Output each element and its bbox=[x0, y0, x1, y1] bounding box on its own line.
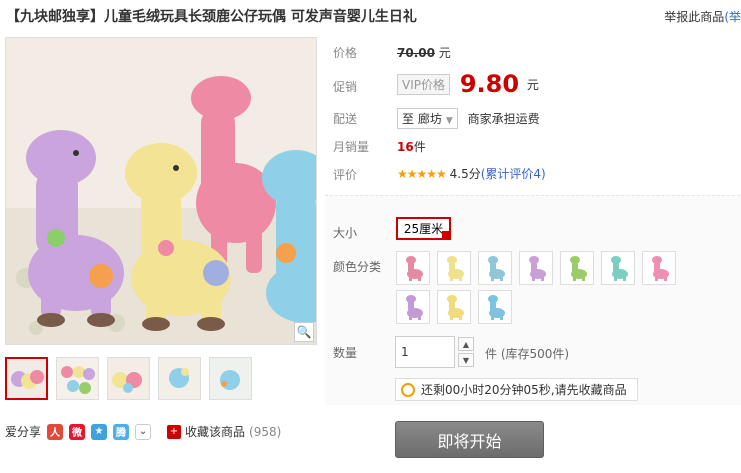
favorite-count: (958) bbox=[249, 424, 282, 439]
share-bar: 爱分享 人 微 ★ 腾 ⌄ bbox=[5, 423, 152, 440]
original-price: 70.00 元 bbox=[397, 44, 451, 61]
vip-badge: VIP价格 bbox=[397, 73, 450, 95]
promo-price-value: 9.80 bbox=[459, 70, 520, 98]
color-label: 颜色分类 bbox=[333, 260, 382, 274]
thumbnail-image bbox=[7, 359, 46, 398]
selected-check-icon bbox=[442, 231, 450, 239]
shipping-info: 至 廊坊 ▼ 商家承担运费 bbox=[397, 108, 540, 129]
quantity-label: 数量 bbox=[333, 346, 358, 360]
promo-label: 促销 bbox=[333, 80, 358, 94]
quantity-decrease-button[interactable]: ▼ bbox=[458, 353, 474, 367]
size-label: 大小 bbox=[333, 226, 358, 240]
thumbnail[interactable] bbox=[209, 357, 252, 400]
thumbnail-strip bbox=[5, 357, 252, 400]
sales-value: 16 bbox=[397, 140, 414, 154]
report-ext: (举 bbox=[724, 10, 741, 24]
qzone-icon[interactable]: ★ bbox=[91, 423, 108, 440]
color-swatch[interactable] bbox=[642, 251, 676, 285]
shipping-to: 至 bbox=[402, 112, 415, 126]
thumbnail-image bbox=[57, 358, 98, 399]
weibo-icon[interactable]: 微 bbox=[69, 423, 86, 440]
report-label[interactable]: 举报此商品 bbox=[664, 10, 724, 24]
size-option-selected[interactable]: 25厘米 bbox=[396, 217, 451, 240]
favorite-label: 收藏该商品 bbox=[185, 425, 246, 439]
giraffe-icon bbox=[447, 295, 464, 320]
chevron-down-icon: ▼ bbox=[445, 116, 453, 126]
share-label: 爱分享 bbox=[5, 425, 42, 439]
color-swatch[interactable] bbox=[437, 290, 471, 324]
shipping-city-select[interactable]: 至 廊坊 ▼ bbox=[397, 108, 458, 129]
giraffe-illustration bbox=[6, 38, 316, 344]
promo-price-unit: 元 bbox=[526, 77, 539, 92]
giraffe-icon bbox=[488, 295, 505, 320]
stock-count: (库存500件) bbox=[500, 347, 570, 361]
lightbulb-icon bbox=[401, 382, 415, 397]
color-swatch[interactable] bbox=[396, 290, 430, 324]
thumbnail[interactable] bbox=[5, 357, 48, 400]
color-swatch[interactable] bbox=[478, 251, 512, 285]
thumbnail-image bbox=[108, 358, 149, 399]
giraffe-icon bbox=[406, 295, 423, 320]
rating-stars: ★★★★★ bbox=[397, 167, 447, 181]
color-swatch-list bbox=[396, 251, 716, 324]
tencent-weibo-icon[interactable]: 腾 bbox=[113, 423, 130, 440]
thumbnail[interactable] bbox=[158, 357, 201, 400]
promo-price: VIP价格 9.80 元 bbox=[397, 70, 539, 98]
quantity-unit-label: 件 bbox=[485, 347, 498, 361]
thumbnail-image bbox=[210, 358, 251, 399]
countdown-notice: 还剩00小时20分钟05秒,请先收藏商品 bbox=[395, 378, 638, 401]
shipping-city: 廊坊 bbox=[417, 112, 442, 126]
product-title: 【九块邮独享】儿童毛绒玩具长颈鹿公仔玩偶 可发声音婴儿生日礼 bbox=[6, 9, 417, 25]
rating-score: 4.5分 bbox=[449, 167, 481, 181]
report-link[interactable]: 举报此商品(举 bbox=[664, 8, 741, 25]
color-swatch[interactable] bbox=[437, 251, 471, 285]
color-swatch[interactable] bbox=[478, 290, 512, 324]
thumbnail[interactable] bbox=[56, 357, 99, 400]
shipping-note: 商家承担运费 bbox=[467, 112, 540, 126]
color-swatch[interactable] bbox=[396, 251, 430, 285]
review-count-link[interactable]: (累计评价4) bbox=[481, 167, 546, 181]
thumbnail[interactable] bbox=[107, 357, 150, 400]
quantity-input[interactable] bbox=[395, 336, 455, 368]
main-product-image[interactable]: 🔍 bbox=[5, 37, 317, 345]
giraffe-icon bbox=[570, 256, 587, 281]
quantity-unit: 件 (库存500件) bbox=[485, 345, 569, 362]
giraffe-icon bbox=[488, 256, 505, 281]
rating-label: 评价 bbox=[333, 168, 358, 182]
giraffe-icon bbox=[406, 256, 423, 281]
price-label: 价格 bbox=[333, 46, 358, 60]
giraffe-icon bbox=[529, 256, 546, 281]
rating-info: ★★★★★ 4.5分(累计评价4) bbox=[397, 165, 546, 182]
color-swatch[interactable] bbox=[560, 251, 594, 285]
color-swatch[interactable] bbox=[519, 251, 553, 285]
quantity-increase-button[interactable]: ▲ bbox=[458, 337, 474, 351]
sales-info: 16件 bbox=[397, 138, 426, 155]
giraffe-icon bbox=[447, 256, 464, 281]
original-price-unit: 元 bbox=[438, 46, 451, 60]
thumbnail-image bbox=[159, 358, 200, 399]
sales-unit: 件 bbox=[413, 140, 426, 154]
renren-icon[interactable]: 人 bbox=[47, 423, 64, 440]
favorite-icon: + bbox=[167, 424, 181, 439]
favorite-button[interactable]: + 收藏该商品 (958) bbox=[167, 423, 281, 440]
original-price-value: 70.00 bbox=[397, 46, 435, 60]
buy-button[interactable]: 即将开始 bbox=[395, 421, 544, 458]
giraffe-icon bbox=[611, 256, 628, 281]
sales-label: 月销量 bbox=[333, 140, 370, 154]
color-swatch[interactable] bbox=[601, 251, 635, 285]
zoom-icon[interactable]: 🔍 bbox=[294, 322, 314, 342]
more-share-icon[interactable]: ⌄ bbox=[135, 423, 152, 440]
countdown-text: 还剩00小时20分钟05秒,请先收藏商品 bbox=[421, 383, 627, 397]
shipping-label: 配送 bbox=[333, 112, 358, 126]
giraffe-icon bbox=[652, 256, 669, 281]
size-option-label: 25厘米 bbox=[403, 222, 444, 236]
